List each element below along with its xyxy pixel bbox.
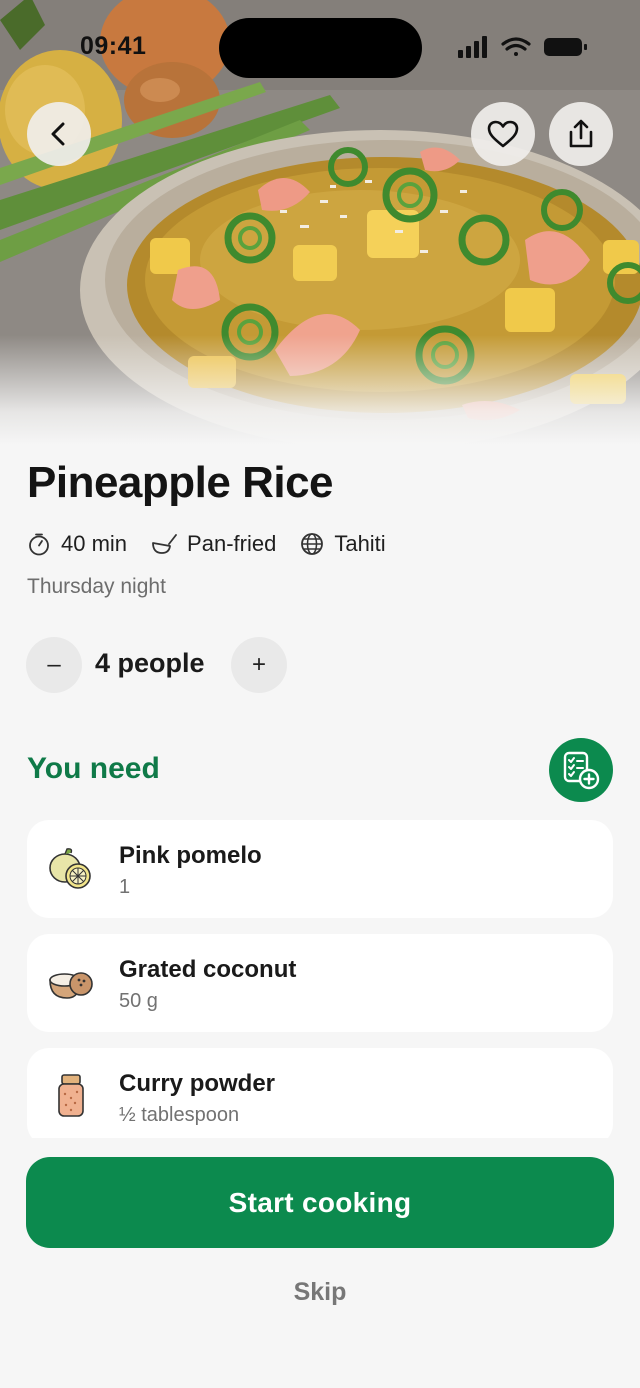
heart-outline-icon (487, 120, 519, 148)
dynamic-island (219, 18, 422, 78)
spice-jar-icon (58, 1074, 84, 1117)
meta-origin: Tahiti (300, 531, 386, 557)
ingredient-quantity: 1 (119, 876, 131, 898)
checklist-add-icon (563, 751, 600, 790)
meta-method-label: Pan-fried (187, 531, 277, 556)
pan-icon (152, 534, 177, 554)
ingredient-quantity: 50 g (119, 990, 158, 1012)
recipe-meta-row: 40 min Pan-fried Tahiti (27, 528, 410, 560)
back-button[interactable] (27, 102, 91, 166)
ingredient-name: Grated coconut (119, 956, 297, 983)
favorite-button[interactable] (471, 102, 535, 166)
globe-icon (301, 533, 324, 555)
ingredient-card-grated-coconut[interactable]: Grated coconut 50 g (27, 934, 613, 1032)
share-button[interactable] (549, 102, 613, 166)
meta-method: Pan-fried (151, 531, 276, 557)
ingredient-name: Pink pomelo (119, 842, 262, 869)
servings-value: 4 people (95, 648, 205, 678)
ingredient-name: Curry powder (119, 1070, 276, 1097)
hero-fade-overlay (0, 335, 640, 445)
ingredient-card-curry-powder[interactable]: Curry powder ½ tablespoon (27, 1048, 613, 1138)
ingredient-list: Pink pomelo 1 Grated coconut 50 g Curry … (27, 820, 613, 1138)
ingredient-quantity: ½ tablespoon (119, 1104, 240, 1126)
share-icon (569, 119, 593, 148)
meta-origin-label: Tahiti (334, 531, 386, 556)
status-icons (458, 36, 588, 58)
status-time: 09:41 (80, 32, 147, 60)
skip-button[interactable]: Skip (0, 1278, 640, 1307)
ingredients-section-title: You need (27, 752, 160, 785)
recipe-subtitle: Thursday night (27, 575, 166, 598)
chevron-left-icon (51, 122, 65, 146)
meta-duration: 40 min (27, 531, 127, 557)
timer-icon (29, 533, 49, 556)
battery-icon (544, 38, 587, 56)
start-cooking-button[interactable]: Start cooking (26, 1157, 614, 1248)
pomelo-icon (49, 848, 91, 889)
wifi-icon (501, 37, 531, 56)
signal-icon (458, 36, 487, 58)
meta-duration-label: 40 min (61, 531, 128, 556)
ingredient-card-pink-pomelo[interactable]: Pink pomelo 1 (27, 820, 613, 918)
decrease-servings-button[interactable]: – (26, 637, 82, 693)
increase-servings-button[interactable]: + (231, 637, 287, 693)
recipe-title: Pineapple Rice (27, 458, 334, 507)
add-to-shopping-list-button[interactable] (549, 738, 613, 802)
coconut-icon (49, 972, 93, 999)
